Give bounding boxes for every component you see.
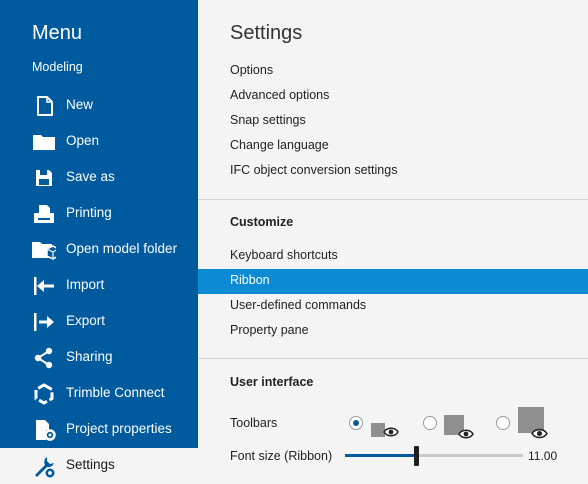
divider (198, 199, 588, 200)
sidebar-item-export[interactable]: Export (0, 304, 198, 340)
sidebar-item-label: Printing (66, 205, 112, 220)
toolbar-size-small-radio[interactable] (349, 416, 363, 430)
toolbar-small-eye-icon (371, 420, 399, 442)
sidebar-item-trimble-connect[interactable]: Trimble Connect (0, 376, 198, 412)
sidebar-item-label: Export (66, 313, 106, 328)
font-size-label: Font size (Ribbon) (230, 449, 333, 463)
sidebar-item-label: Sharing (66, 349, 113, 364)
link-label: Ribbon (230, 273, 270, 287)
sidebar-item-open-model-folder[interactable]: Open model folder (0, 232, 198, 268)
printer-icon (34, 205, 54, 223)
sidebar-item-label: Open model folder (66, 241, 178, 256)
font-size-slider-fill (345, 454, 416, 457)
toolbar-medium-eye-icon (444, 413, 476, 443)
new-file-icon (37, 96, 53, 116)
menu-subtitle: Modeling (32, 60, 83, 74)
link-label: Property pane (230, 323, 309, 337)
folder-icon (33, 135, 55, 150)
sidebar-item-settings[interactable]: Settings (0, 448, 198, 484)
link-label: User-defined commands (230, 298, 367, 312)
settings-wrench-icon (35, 457, 55, 478)
sidebar-item-label: Trimble Connect (66, 385, 165, 400)
link-advanced-options[interactable]: Advanced options (198, 84, 588, 109)
link-label: IFC object conversion settings (230, 163, 398, 177)
link-options[interactable]: Options (198, 59, 588, 84)
model-folder-icon (32, 242, 56, 260)
link-change-language[interactable]: Change language (198, 134, 588, 159)
link-user-defined-commands[interactable]: User-defined commands (198, 294, 588, 319)
link-label: Advanced options (230, 88, 330, 102)
sidebar-item-import[interactable]: Import (0, 268, 198, 304)
sidebar-menu: Menu Modeling New Open Save as Printing (0, 0, 198, 484)
link-label: Options (230, 63, 274, 77)
page-title: Settings (230, 22, 303, 44)
toolbars-label: Toolbars (230, 416, 278, 430)
sidebar-item-label: New (66, 97, 94, 112)
sidebar-item-project-properties[interactable]: Project properties (0, 412, 198, 448)
font-size-slider-thumb[interactable] (414, 446, 419, 466)
sidebar-item-label: Save as (66, 169, 115, 184)
section-title-user-interface: User interface (230, 375, 314, 389)
sidebar-item-label: Project properties (66, 421, 172, 436)
sidebar-item-printing[interactable]: Printing (0, 196, 198, 232)
sidebar-item-save-as[interactable]: Save as (0, 160, 198, 196)
link-snap-settings[interactable]: Snap settings (198, 109, 588, 134)
link-label: Keyboard shortcuts (230, 248, 338, 262)
settings-panel: Settings Options Advanced options Snap s… (198, 0, 588, 484)
sidebar-item-label: Import (66, 277, 105, 292)
section-title-customize: Customize (230, 215, 294, 229)
project-properties-icon (36, 420, 56, 441)
save-icon (36, 170, 52, 186)
sidebar-item-label: Open (66, 133, 100, 148)
trimble-connect-icon (34, 383, 54, 405)
import-icon (34, 277, 54, 295)
share-icon (34, 347, 53, 369)
toolbar-size-medium-radio[interactable] (423, 416, 437, 430)
sidebar-item-new[interactable]: New (0, 88, 198, 124)
menu-title: Menu (32, 22, 83, 44)
toolbar-size-large-radio[interactable] (496, 416, 510, 430)
sidebar-item-sharing[interactable]: Sharing (0, 340, 198, 376)
link-property-pane[interactable]: Property pane (198, 319, 588, 344)
sidebar-item-label: Settings (66, 457, 115, 472)
font-size-value: 11.00 (528, 449, 558, 463)
link-ifc-object-conversion-settings[interactable]: IFC object conversion settings (198, 159, 588, 184)
link-label: Change language (230, 138, 329, 152)
export-icon (34, 313, 54, 331)
divider (198, 358, 588, 359)
link-label: Snap settings (230, 113, 306, 127)
link-ribbon[interactable]: Ribbon (198, 269, 588, 294)
font-size-slider-track[interactable] (345, 454, 523, 457)
toolbar-large-eye-icon (518, 407, 552, 443)
link-keyboard-shortcuts[interactable]: Keyboard shortcuts (198, 244, 588, 269)
sidebar-item-open[interactable]: Open (0, 124, 198, 160)
